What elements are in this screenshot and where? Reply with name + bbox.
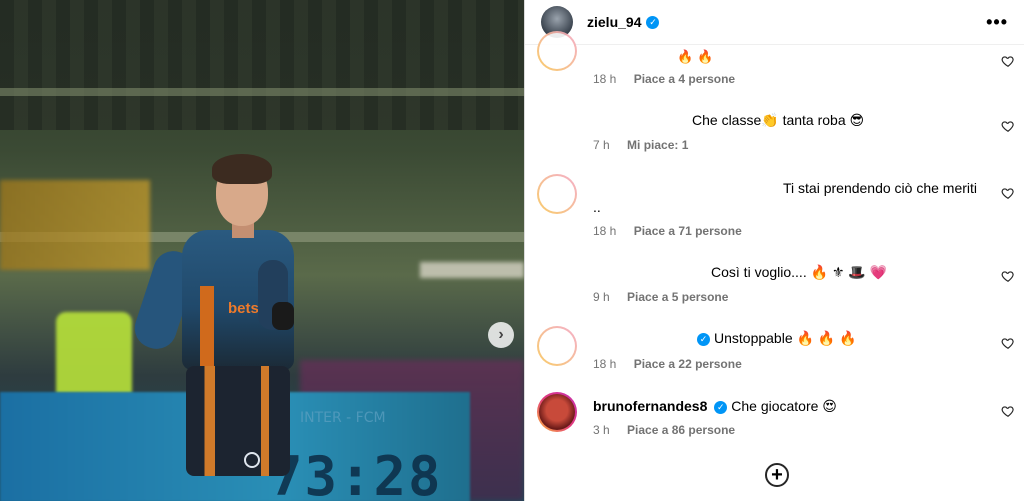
- like-heart-icon[interactable]: [1001, 186, 1015, 200]
- comment-time: 18 h: [593, 224, 617, 238]
- comment-likes-link[interactable]: Piace a 22 persone: [634, 357, 742, 371]
- comment-likes-link[interactable]: Piace a 4 persone: [634, 72, 735, 86]
- commenter-avatar[interactable]: [537, 31, 577, 71]
- commenter-avatar[interactable]: [537, 326, 577, 366]
- comment-item: brunofernandes8 ✓ Che giocatore 😍 3 h Pia…: [525, 386, 1024, 446]
- comment-item: Che classe👏 tanta roba 😎 7 h Mi piace: 1: [525, 100, 1024, 160]
- comment-meta: 7 h Mi piace: 1: [593, 138, 688, 152]
- comment-likes-link[interactable]: Piace a 86 persone: [627, 423, 735, 437]
- comment-item: ✓ Unstoppable 🔥 🔥 🔥 18 h Piace a 22 perso…: [525, 318, 1024, 378]
- comment-text-continued: ..: [593, 199, 601, 215]
- plus-circle-icon: +: [771, 464, 783, 486]
- load-more-comments-button[interactable]: +: [765, 463, 789, 487]
- comment-item: 🔥 🔥 18 h Piace a 4 persone: [525, 33, 1024, 90]
- stadium-stands: [0, 0, 524, 130]
- comment-meta: 18 h Piace a 71 persone: [593, 224, 742, 238]
- next-image-button[interactable]: ›: [488, 322, 514, 348]
- commenter-avatar[interactable]: [537, 392, 577, 432]
- comment-time: 7 h: [593, 138, 610, 152]
- comment-meta: 18 h Piace a 22 persone: [593, 357, 742, 371]
- club-crest: [244, 452, 260, 468]
- comment-text: Che classe👏 tanta roba 😎: [692, 112, 865, 128]
- stadium-banner: [0, 180, 150, 270]
- comment-likes-link[interactable]: Piace a 71 persone: [634, 224, 742, 238]
- commenter-avatar[interactable]: [537, 174, 577, 214]
- comment-meta: 9 h Piace a 5 persone: [593, 290, 728, 304]
- like-heart-icon[interactable]: [1001, 404, 1015, 418]
- comment-text: 🔥 🔥: [677, 50, 714, 65]
- verified-badge-icon: ✓: [714, 400, 728, 414]
- like-heart-icon[interactable]: [1001, 119, 1015, 133]
- comment-text: Ti stai prendendo ciò che meriti: [783, 180, 978, 196]
- comment-meta: 3 h Piace a 86 persone: [593, 423, 735, 437]
- comment-likes-link[interactable]: Mi piace: 1: [627, 138, 688, 152]
- post-header: zielu_94 ✓ •••: [525, 0, 1024, 45]
- comment-text: Così ti voglio.... 🔥 ⚜ 🎩 💗: [711, 264, 888, 280]
- verified-badge-icon: ✓: [646, 15, 660, 29]
- post-photo: INTER - FCM 73:28 betsson ›: [0, 0, 524, 501]
- like-heart-icon[interactable]: [1001, 269, 1015, 283]
- scoreboard-label: INTER - FCM: [300, 410, 386, 426]
- more-options-button[interactable]: •••: [986, 12, 1008, 33]
- comment-likes-link[interactable]: Piace a 5 persone: [627, 290, 728, 304]
- comment-time: 9 h: [593, 290, 610, 304]
- more-horizontal-icon: •••: [986, 12, 1008, 32]
- stadium-railing: [0, 88, 524, 96]
- steward-figure: [56, 312, 132, 394]
- player-hair: [212, 154, 272, 184]
- author-username[interactable]: zielu_94: [587, 14, 641, 30]
- comment-time: 18 h: [593, 72, 617, 86]
- jersey-stripe: [200, 286, 214, 366]
- like-heart-icon[interactable]: [1001, 54, 1015, 68]
- comment-time: 3 h: [593, 423, 610, 437]
- verified-badge-icon: ✓: [697, 332, 710, 346]
- commenter-username[interactable]: brunofernandes8: [593, 398, 707, 414]
- comment-item: Ti stai prendendo ciò che meriti .. 18 h…: [525, 168, 1024, 238]
- stadium-light: [420, 262, 524, 278]
- chevron-right-icon: ›: [498, 326, 504, 343]
- comments-panel: zielu_94 ✓ ••• 🔥 🔥 18 h Piace a 4 person…: [524, 0, 1024, 501]
- player-shorts: [186, 366, 290, 476]
- comment-text: brunofernandes8 ✓ Che giocatore 😍: [593, 398, 837, 414]
- comment-text: ✓ Unstoppable 🔥 🔥 🔥: [697, 330, 857, 347]
- like-heart-icon[interactable]: [1001, 336, 1015, 350]
- player-figure: betsson: [129, 150, 310, 501]
- comment-time: 18 h: [593, 357, 617, 371]
- comment-meta: 18 h Piace a 4 persone: [593, 72, 735, 86]
- player-glove: [272, 302, 294, 330]
- comment-item: Così ti voglio.... 🔥 ⚜ 🎩 💗 9 h Piace a 5…: [525, 252, 1024, 312]
